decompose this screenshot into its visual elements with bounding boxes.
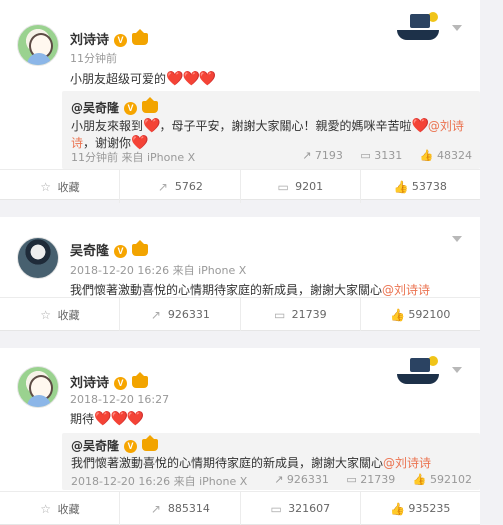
like-count[interactable]: 👍 592102	[413, 473, 472, 486]
verified-icon: V	[124, 102, 138, 115]
repost-card[interactable]: @吴奇隆 V 我們懷著激動喜悅的心情期待家庭的新成員，謝謝大家關心@刘诗诗 201…	[62, 433, 480, 490]
comment-icon: ▭	[270, 501, 282, 516]
member-crown-icon	[132, 29, 149, 45]
mention-link[interactable]: @刘诗诗	[383, 456, 431, 470]
weibo-post-wu: 吴奇隆 V 2018-12-20 16:26 来自 iPhone X 我們懷著激動…	[0, 217, 480, 331]
verified-icon: V	[124, 440, 138, 453]
verified-icon: V	[114, 34, 128, 47]
favorite-button[interactable]: ☆ 收藏	[0, 298, 121, 331]
weibo-post-liu-2: 刘诗诗 V 2018-12-20 16:27 期待❤️❤️❤️ @吴奇隆 V 我們懷…	[0, 348, 480, 525]
mention-link[interactable]: @刘诗	[428, 119, 464, 133]
repost-count[interactable]: ↗ 7193	[302, 149, 343, 162]
repost-meta: 2018-12-20 16:26 来自 iPhone X	[71, 475, 248, 488]
chevron-down-icon[interactable]	[452, 25, 462, 31]
comment-icon: ▭	[273, 307, 286, 322]
heart-icons: ❤️❤️❤️	[166, 71, 216, 87]
mention-link[interactable]: 诗	[71, 136, 83, 150]
share-icon: ↗	[157, 179, 168, 194]
repost-button[interactable]: ↗ 926331	[120, 298, 241, 331]
author-name[interactable]: 刘诗诗 V	[70, 372, 149, 391]
mention-link[interactable]: @刘诗诗	[382, 283, 430, 297]
repost-author[interactable]: @吴奇隆 V	[71, 97, 159, 116]
repost-button[interactable]: ↗ 885314	[120, 492, 241, 525]
author-name[interactable]: 刘诗诗 V	[70, 29, 149, 48]
weibo-post-liu-1: 刘诗诗 V 11分钟前 小朋友超级可爱的❤️❤️❤️ @吴奇隆 V 小朋友來報到❤️…	[0, 0, 480, 203]
like-button[interactable]: 👍 53738	[361, 170, 480, 203]
comment-button[interactable]: ▭ 321607	[241, 492, 361, 525]
repost-author[interactable]: @吴奇隆 V	[71, 435, 159, 454]
thumb-up-icon: 👍	[390, 307, 406, 322]
comment-button[interactable]: ▭ 21739	[241, 298, 361, 331]
member-crown-icon	[142, 435, 159, 451]
member-crown-icon	[132, 240, 149, 256]
comment-count[interactable]: ▭ 3131	[360, 149, 402, 162]
comment-count[interactable]: ▭ 21739	[346, 473, 395, 486]
star-icon: ☆	[40, 179, 51, 194]
comment-icon: ▭	[277, 179, 289, 194]
user-avatar[interactable]	[17, 237, 59, 279]
verified-icon: V	[114, 245, 128, 258]
repost-count[interactable]: ↗ 926331	[274, 473, 329, 486]
star-icon: ☆	[40, 501, 51, 516]
user-avatar[interactable]	[17, 24, 59, 66]
repost-button[interactable]: ↗ 5762	[120, 170, 241, 203]
boat-badge-icon	[396, 356, 440, 384]
action-bar: ☆ 收藏 ↗ 5762 ▭ 9201 👍 53738	[0, 169, 480, 203]
repost-stats: ↗ 926331 ▭ 21739 👍 592102	[260, 473, 472, 486]
post-content: 小朋友超级可爱的❤️❤️❤️	[70, 71, 216, 87]
post-time[interactable]: 11分钟前	[70, 50, 117, 66]
repost-card[interactable]: @吴奇隆 V 小朋友來報到❤️，母子平安，謝謝大家關心！親愛的媽咪辛苦啦❤️@刘诗…	[62, 91, 480, 169]
author-name[interactable]: 吴奇隆 V	[70, 240, 149, 259]
star-icon: ☆	[40, 307, 51, 322]
favorite-button[interactable]: ☆ 收藏	[0, 170, 121, 203]
like-count[interactable]: 👍 48324	[420, 149, 472, 162]
action-bar: ☆ 收藏 ↗ 885314 ▭ 321607 👍 935235	[0, 491, 480, 525]
post-time[interactable]: 2018-12-20 16:27	[70, 393, 169, 406]
post-content: 我們懷著激動喜悅的心情期待家庭的新成員，謝謝大家關心@刘诗诗	[70, 283, 431, 297]
boat-badge-icon	[396, 12, 440, 40]
favorite-button[interactable]: ☆ 收藏	[0, 492, 121, 525]
share-icon: ↗	[150, 501, 161, 516]
action-bar: ☆ 收藏 ↗ 926331 ▭ 21739 👍 592100	[0, 297, 480, 331]
repost-meta: 11分钟前 来自 iPhone X	[71, 151, 196, 164]
user-avatar[interactable]	[17, 366, 59, 408]
share-icon: ↗	[150, 307, 161, 322]
post-time[interactable]: 2018-12-20 16:26 来自 iPhone X	[70, 262, 246, 278]
chevron-down-icon[interactable]	[452, 367, 462, 373]
like-button[interactable]: 👍 592100	[361, 298, 480, 331]
thumb-up-icon: 👍	[390, 501, 406, 516]
verified-icon: V	[114, 377, 128, 390]
chevron-down-icon[interactable]	[452, 236, 462, 242]
repost-stats: ↗ 7193 ▭ 3131 👍 48324	[288, 149, 472, 162]
like-button[interactable]: 👍 935235	[361, 492, 480, 525]
repost-content: 我們懷著激動喜悅的心情期待家庭的新成員，謝謝大家關心@刘诗诗	[71, 456, 432, 470]
member-crown-icon	[132, 372, 149, 388]
member-crown-icon	[142, 97, 159, 113]
heart-icons: ❤️❤️❤️	[94, 411, 144, 427]
thumb-up-icon: 👍	[393, 179, 409, 194]
comment-button[interactable]: ▭ 9201	[241, 170, 361, 203]
repost-content: 小朋友來報到❤️，母子平安，謝謝大家關心！親愛的媽咪辛苦啦❤️@刘诗 诗，谢谢你…	[71, 118, 464, 151]
post-content: 期待❤️❤️❤️	[70, 411, 144, 427]
